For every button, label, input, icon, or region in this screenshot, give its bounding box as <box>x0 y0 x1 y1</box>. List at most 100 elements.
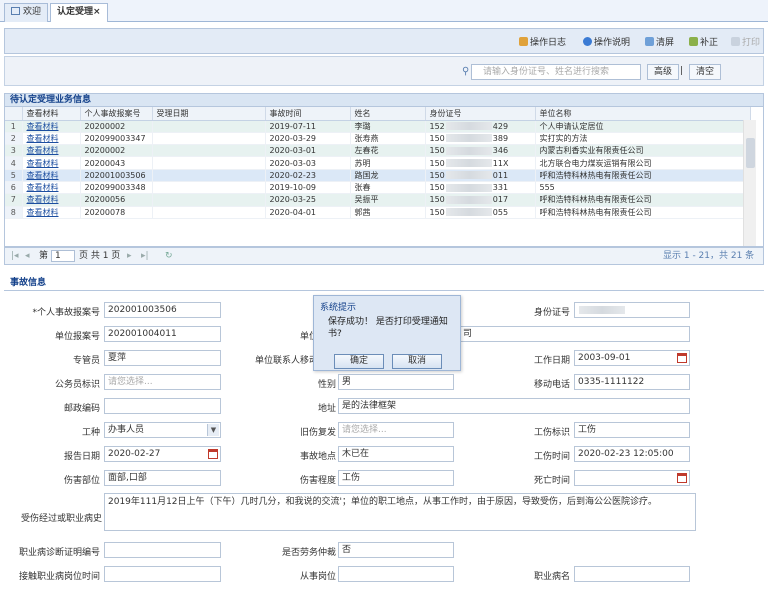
case-number-cell: 20200043 <box>80 156 153 170</box>
next-page-icon[interactable]: ▸ <box>127 248 132 264</box>
form-title: 事故信息 <box>10 278 47 288</box>
injury-flag-field[interactable]: 工伤 <box>574 422 690 438</box>
sex-field[interactable]: 男 <box>338 374 454 390</box>
part-field[interactable]: 面部,口部 <box>104 470 221 486</box>
view-materials-link[interactable]: 查看材料 <box>27 171 59 180</box>
place-field[interactable]: 木已在 <box>338 446 454 462</box>
cert-field[interactable] <box>104 542 221 558</box>
name-cell: 张春 <box>350 181 426 195</box>
org-case-field[interactable]: 202001004011 <box>104 326 221 342</box>
accept-date-cell <box>152 181 266 195</box>
view-materials-link[interactable]: 查看材料 <box>27 159 59 168</box>
view-materials-link[interactable]: 查看材料 <box>27 146 59 155</box>
view-materials-link: 查看材料 <box>22 169 81 182</box>
table-row[interactable]: 3 查看材料 20200002 2020-03-01 左春花 150 346 内蒙古利香实业有… <box>5 144 751 158</box>
column-header[interactable]: 个人事故报案号 <box>80 107 153 121</box>
close-icon[interactable]: × <box>93 7 101 17</box>
masked-id <box>445 146 492 155</box>
row-number: 7 <box>5 193 23 207</box>
first-page-icon[interactable]: |◂ <box>11 248 19 264</box>
view-materials-link[interactable]: 查看材料 <box>27 195 59 204</box>
table-row[interactable]: 6 查看材料 202099003348 2019-10-09 张春 150 331 555 <box>5 181 751 195</box>
view-materials-link[interactable]: 查看材料 <box>27 122 59 131</box>
staff-label: 专管员 <box>72 356 100 366</box>
table-row[interactable]: 5 查看材料 202001003506 2020-02-23 路国龙 150 011 呼和浩特… <box>5 169 751 182</box>
tab-accept[interactable]: 认定受理× <box>50 3 108 22</box>
table-row[interactable]: 8 查看材料 20200078 2020-04-01 郭茜 150 055 呼和浩特科林热电有… <box>5 206 751 219</box>
view-materials-link[interactable]: 查看材料 <box>27 183 59 192</box>
zip-field[interactable] <box>104 398 221 414</box>
table-row[interactable]: 1 查看材料 20200002 2019-07-11 李璐 152 429 个人申请认定居位 <box>5 120 751 133</box>
report-date-field[interactable]: 2020-02-27 <box>104 446 221 462</box>
column-header[interactable]: 单位名称 <box>535 107 751 121</box>
correction-button[interactable]: 补正 <box>689 35 718 48</box>
calendar-icon[interactable] <box>677 473 687 483</box>
scrollbar-thumb[interactable] <box>746 138 755 168</box>
expose-field[interactable] <box>104 566 221 582</box>
org-name-cell: 内蒙古利香实业有限责任公司 <box>535 144 751 158</box>
civil-select[interactable]: 请您选择... <box>104 374 221 390</box>
prev-page-icon[interactable]: ◂ <box>25 248 30 264</box>
report-date-label: 报告日期 <box>63 452 100 462</box>
labor-arbitration-field[interactable]: 否 <box>338 542 454 558</box>
pager: |◂ ◂ 第 1 页 共 1 页 ▸ ▸| ↻ 显示 1 - 21，共 21 条 <box>4 247 764 265</box>
case-no-label: *个人事故报案号 <box>32 308 100 318</box>
post-field[interactable] <box>338 566 454 582</box>
search-input[interactable]: 请输入身份证号、姓名进行搜索 <box>471 64 641 80</box>
masked-id <box>445 122 492 131</box>
grid-scrollbar[interactable] <box>743 120 756 246</box>
last-page-icon[interactable]: ▸| <box>141 248 149 264</box>
print-button[interactable]: 打印 <box>731 35 760 48</box>
page-number-input[interactable]: 1 <box>51 250 75 262</box>
calendar-icon[interactable] <box>208 449 218 459</box>
tab-welcome[interactable]: 欢迎 <box>4 3 49 22</box>
cancel-button[interactable]: 取消 <box>392 354 442 369</box>
accept-date-cell <box>152 193 266 207</box>
work-type-value: 办事人员 <box>108 425 145 435</box>
dialog-title: 系统提示 <box>320 303 357 313</box>
clear-search-button[interactable]: 清空 <box>689 64 722 80</box>
disease-field[interactable] <box>574 566 690 582</box>
column-header[interactable]: 查看材料 <box>22 107 81 121</box>
part-label: 伤害部位 <box>63 476 100 486</box>
id-field[interactable] <box>574 302 690 318</box>
org-name-cell: 个人申请认定居位 <box>535 120 751 133</box>
degree-field[interactable]: 工伤 <box>338 470 454 486</box>
table-row[interactable]: 7 查看材料 20200056 2020-03-25 吴振平 150 017 呼和浩特科林热电… <box>5 193 751 207</box>
advanced-search-button[interactable]: 高级 <box>647 64 680 80</box>
column-header[interactable]: 事故时间 <box>265 107 351 121</box>
accident-time-cell: 2019-07-11 <box>265 120 351 133</box>
desc-textarea[interactable]: 2019年111月12日上午（下午）几时几分，和我说的交流'；单位的职工地点，从… <box>104 493 696 531</box>
address-field[interactable]: 是的法律框架 <box>338 398 690 414</box>
staff-field[interactable]: 夏萍 <box>104 350 221 366</box>
view-materials-link[interactable]: 查看材料 <box>27 208 59 217</box>
table-row[interactable]: 4 查看材料 20200043 2020-03-03 苏明 150 11X 北方联合电力煤炭运… <box>5 156 751 170</box>
column-header[interactable]: 姓名 <box>350 107 426 121</box>
view-materials-link: 查看材料 <box>22 120 81 133</box>
mobile-field[interactable]: 0335-1111122 <box>574 374 690 390</box>
calendar-icon[interactable] <box>677 353 687 363</box>
case-no-field[interactable]: 202001003506 <box>104 302 221 318</box>
table-row[interactable]: 2 查看材料 202099003347 2020-03-29 张寿燕 150 389 实打实的… <box>5 132 751 146</box>
operation-help-button[interactable]: 操作说明 <box>583 35 630 48</box>
column-header[interactable]: 身份证号 <box>425 107 536 121</box>
clear-screen-button[interactable]: 清屏 <box>645 35 674 48</box>
relapse-select[interactable]: 请您选择... <box>338 422 454 438</box>
work-date-field[interactable]: 2003-09-01 <box>574 350 690 366</box>
refresh-icon[interactable]: ↻ <box>165 248 173 264</box>
confirm-button[interactable]: 确定 <box>334 354 384 369</box>
injury-time-field[interactable]: 2020-02-23 12:05:00 <box>574 446 690 462</box>
chevron-down-icon[interactable]: ▼ <box>207 424 219 436</box>
masked-id <box>445 171 492 180</box>
correction-label: 补正 <box>700 38 719 48</box>
accept-date-cell <box>152 132 266 146</box>
death-time-field[interactable] <box>574 470 690 486</box>
view-materials-link[interactable]: 查看材料 <box>27 134 59 143</box>
operation-log-button[interactable]: 操作日志 <box>519 35 566 48</box>
row-number: 3 <box>5 144 23 158</box>
tab-accept-label: 认定受理 <box>57 7 94 17</box>
accept-date-cell <box>152 120 266 133</box>
column-header[interactable]: 受理日期 <box>152 107 266 121</box>
view-materials-link: 查看材料 <box>22 206 81 219</box>
work-type-select[interactable]: 办事人员 ▼ <box>104 422 221 438</box>
